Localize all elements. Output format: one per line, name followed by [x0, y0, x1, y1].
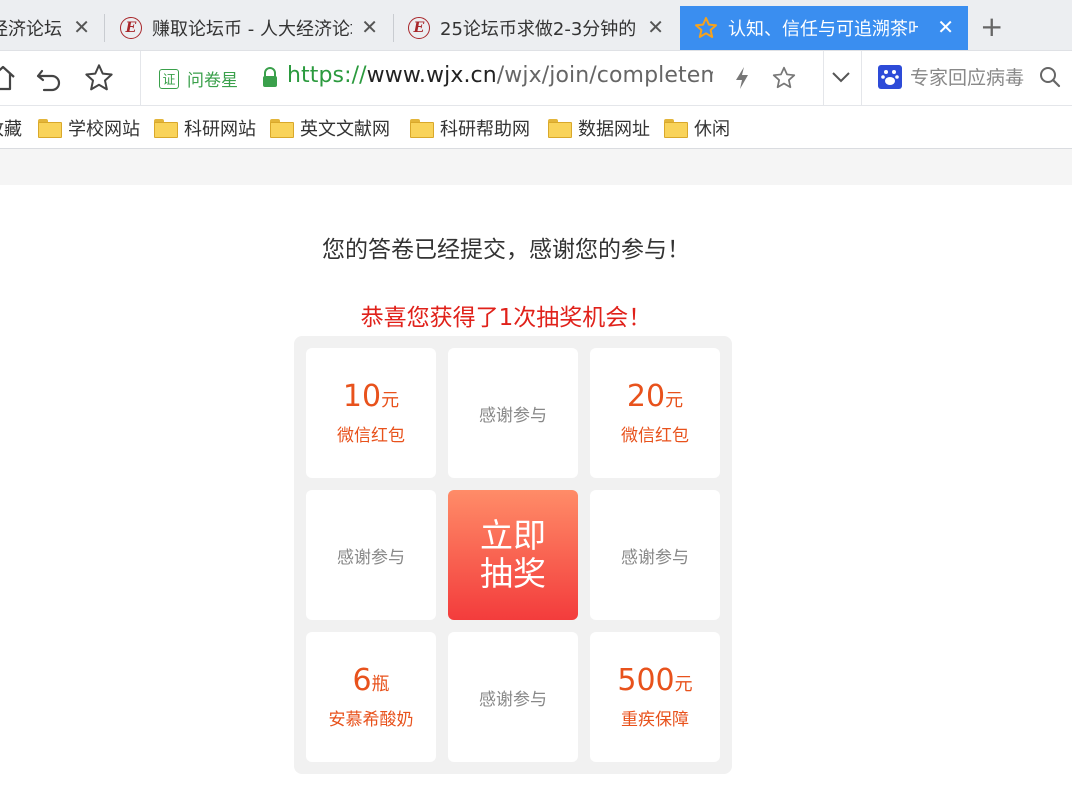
prize-name: 微信红包 [621, 425, 689, 446]
prize-amount-value: 6 [352, 662, 372, 698]
bookmark-english-papers[interactable]: 英文文献网 [270, 115, 396, 141]
bookmark-favorites[interactable]: 收藏 [0, 115, 26, 141]
folder-icon [270, 118, 294, 138]
bookmark-label: 数据网址 [578, 119, 650, 140]
prize-amount: 10元 [342, 378, 400, 417]
new-tab-button[interactable]: + [980, 12, 1003, 42]
search-icon[interactable] [1038, 65, 1062, 89]
bookmark-label: 休闲 [694, 119, 730, 140]
draw-lottery-button[interactable]: 立即 抽奖 [448, 490, 578, 620]
lottery-grid: 10元 微信红包 感谢参与 20元 微信红包 感谢参与 立即 抽奖 感谢参与 6… [294, 336, 732, 774]
address-bar[interactable]: 证 问卷星 https://www.wjx.cn/wjx/join/comple… [140, 51, 862, 105]
page-header-strip [0, 149, 1072, 185]
close-icon[interactable]: ✕ [937, 17, 954, 37]
tab-3[interactable]: E 25论坛币求做2-3分钟的问卷 ✕ [394, 6, 678, 50]
bookmark-label: 学校网站 [68, 119, 140, 140]
bookmark-label: 科研网站 [184, 119, 256, 140]
close-icon[interactable]: ✕ [361, 17, 378, 37]
prize-amount-value: 10 [342, 378, 382, 414]
prize-amount-value: 500 [617, 662, 675, 698]
lock-icon[interactable] [261, 67, 279, 93]
home-icon[interactable] [0, 61, 20, 95]
undo-icon[interactable] [32, 61, 66, 95]
tab-title: 25论坛币求做2-3分钟的问卷 [440, 19, 636, 40]
url-text[interactable]: https://www.wjx.cn/wjx/join/completemob [287, 63, 713, 88]
folder-icon [664, 118, 688, 138]
url-scheme: https:// [287, 63, 367, 88]
thanks-cell: 感谢参与 [590, 490, 720, 620]
folder-icon [548, 118, 572, 138]
lottery-chance-message: 恭喜您获得了1次抽奖机会！ [360, 305, 652, 331]
submission-message: 您的答卷已经提交，感谢您的参与！ [322, 237, 690, 263]
prize-name: 安慕希酸奶 [328, 709, 414, 730]
url-path: /wjx/join/completemob [496, 63, 713, 88]
url-host: www.wjx.cn [366, 63, 497, 88]
baidu-paw-icon [878, 64, 902, 89]
tab-title: 认知、信任与可追溯茶叶 [728, 19, 918, 40]
thanks-cell: 感谢参与 [306, 490, 436, 620]
thanks-cell: 感谢参与 [448, 632, 578, 762]
prize-amount: 20元 [626, 378, 684, 417]
prize-amount: 500元 [617, 662, 693, 701]
tab-4-active[interactable]: 认知、信任与可追溯茶叶 ✕ [680, 6, 968, 50]
prize-amount: 6瓶 [352, 662, 390, 701]
prize-cell-insurance: 500元 重疾保障 [590, 632, 720, 762]
close-icon[interactable]: ✕ [73, 17, 90, 37]
tab-bar: 经济论坛 ✕ E 赚取论坛币 - 人大经济论坛 ✕ E 25论坛币求做2-3分钟… [0, 0, 1072, 51]
prize-amount-value: 20 [626, 378, 666, 414]
favicon-e-icon: E [408, 17, 430, 39]
lightning-icon[interactable] [733, 65, 751, 95]
tab-1[interactable]: 经济论坛 ✕ [0, 6, 104, 50]
prize-unit: 元 [665, 389, 684, 411]
prize-cell-20-yuan: 20元 微信红包 [590, 348, 720, 478]
url-divider [823, 51, 824, 105]
bookmarks-bar: 收藏 学校网站 科研网站 英文文献网 科研帮助网 数据网址 休闲 [0, 106, 1072, 149]
prize-name: 重疾保障 [621, 709, 689, 730]
prize-cell-yogurt: 6瓶 安慕希酸奶 [306, 632, 436, 762]
prize-unit: 元 [381, 389, 400, 411]
bookmark-label: 英文文献网 [300, 119, 390, 140]
folder-icon [38, 118, 62, 138]
bookmark-label: 科研帮助网 [440, 119, 530, 140]
folder-icon [154, 118, 178, 138]
prize-unit: 瓶 [371, 673, 390, 695]
folder-icon [410, 118, 434, 138]
search-placeholder: 专家回应病毒 [910, 67, 1025, 89]
star-icon[interactable] [771, 65, 797, 95]
tab-divider [104, 14, 105, 42]
thanks-label: 感谢参与 [479, 689, 547, 710]
star-favicon-icon [694, 16, 718, 40]
site-certificate[interactable]: 证 问卷星 [159, 66, 238, 91]
bookmark-leisure[interactable]: 休闲 [664, 115, 730, 141]
close-icon[interactable]: ✕ [647, 17, 664, 37]
toolbar: 证 问卷星 https://www.wjx.cn/wjx/join/comple… [0, 51, 1072, 106]
tab-2[interactable]: E 赚取论坛币 - 人大经济论坛 ✕ [106, 6, 392, 50]
search-box[interactable]: 专家回应病毒 [878, 63, 1062, 90]
tab-title: 赚取论坛币 - 人大经济论坛 [152, 19, 352, 40]
bookmark-research[interactable]: 科研网站 [154, 115, 256, 141]
bookmark-school[interactable]: 学校网站 [38, 115, 140, 141]
draw-button-label-line1: 立即 [480, 516, 546, 555]
bookmark-research-help[interactable]: 科研帮助网 [410, 115, 536, 141]
draw-button-label-line2: 抽奖 [480, 554, 546, 593]
bookmark-data-sites[interactable]: 数据网址 [548, 115, 650, 141]
certificate-badge-icon: 证 [159, 68, 179, 89]
prize-cell-10-yuan: 10元 微信红包 [306, 348, 436, 478]
prize-name: 微信红包 [337, 425, 405, 446]
prize-unit: 元 [674, 673, 693, 695]
certificate-label: 问卷星 [187, 71, 238, 91]
thanks-label: 感谢参与 [337, 547, 405, 568]
thanks-label: 感谢参与 [479, 405, 547, 426]
thanks-cell: 感谢参与 [448, 348, 578, 478]
thanks-label: 感谢参与 [621, 547, 689, 568]
bookmark-star-icon[interactable] [82, 61, 116, 95]
chevron-down-icon[interactable] [831, 69, 851, 88]
bookmark-label: 收藏 [0, 119, 22, 140]
tab-title: 经济论坛 [0, 19, 62, 40]
favicon-e-icon: E [120, 17, 142, 39]
